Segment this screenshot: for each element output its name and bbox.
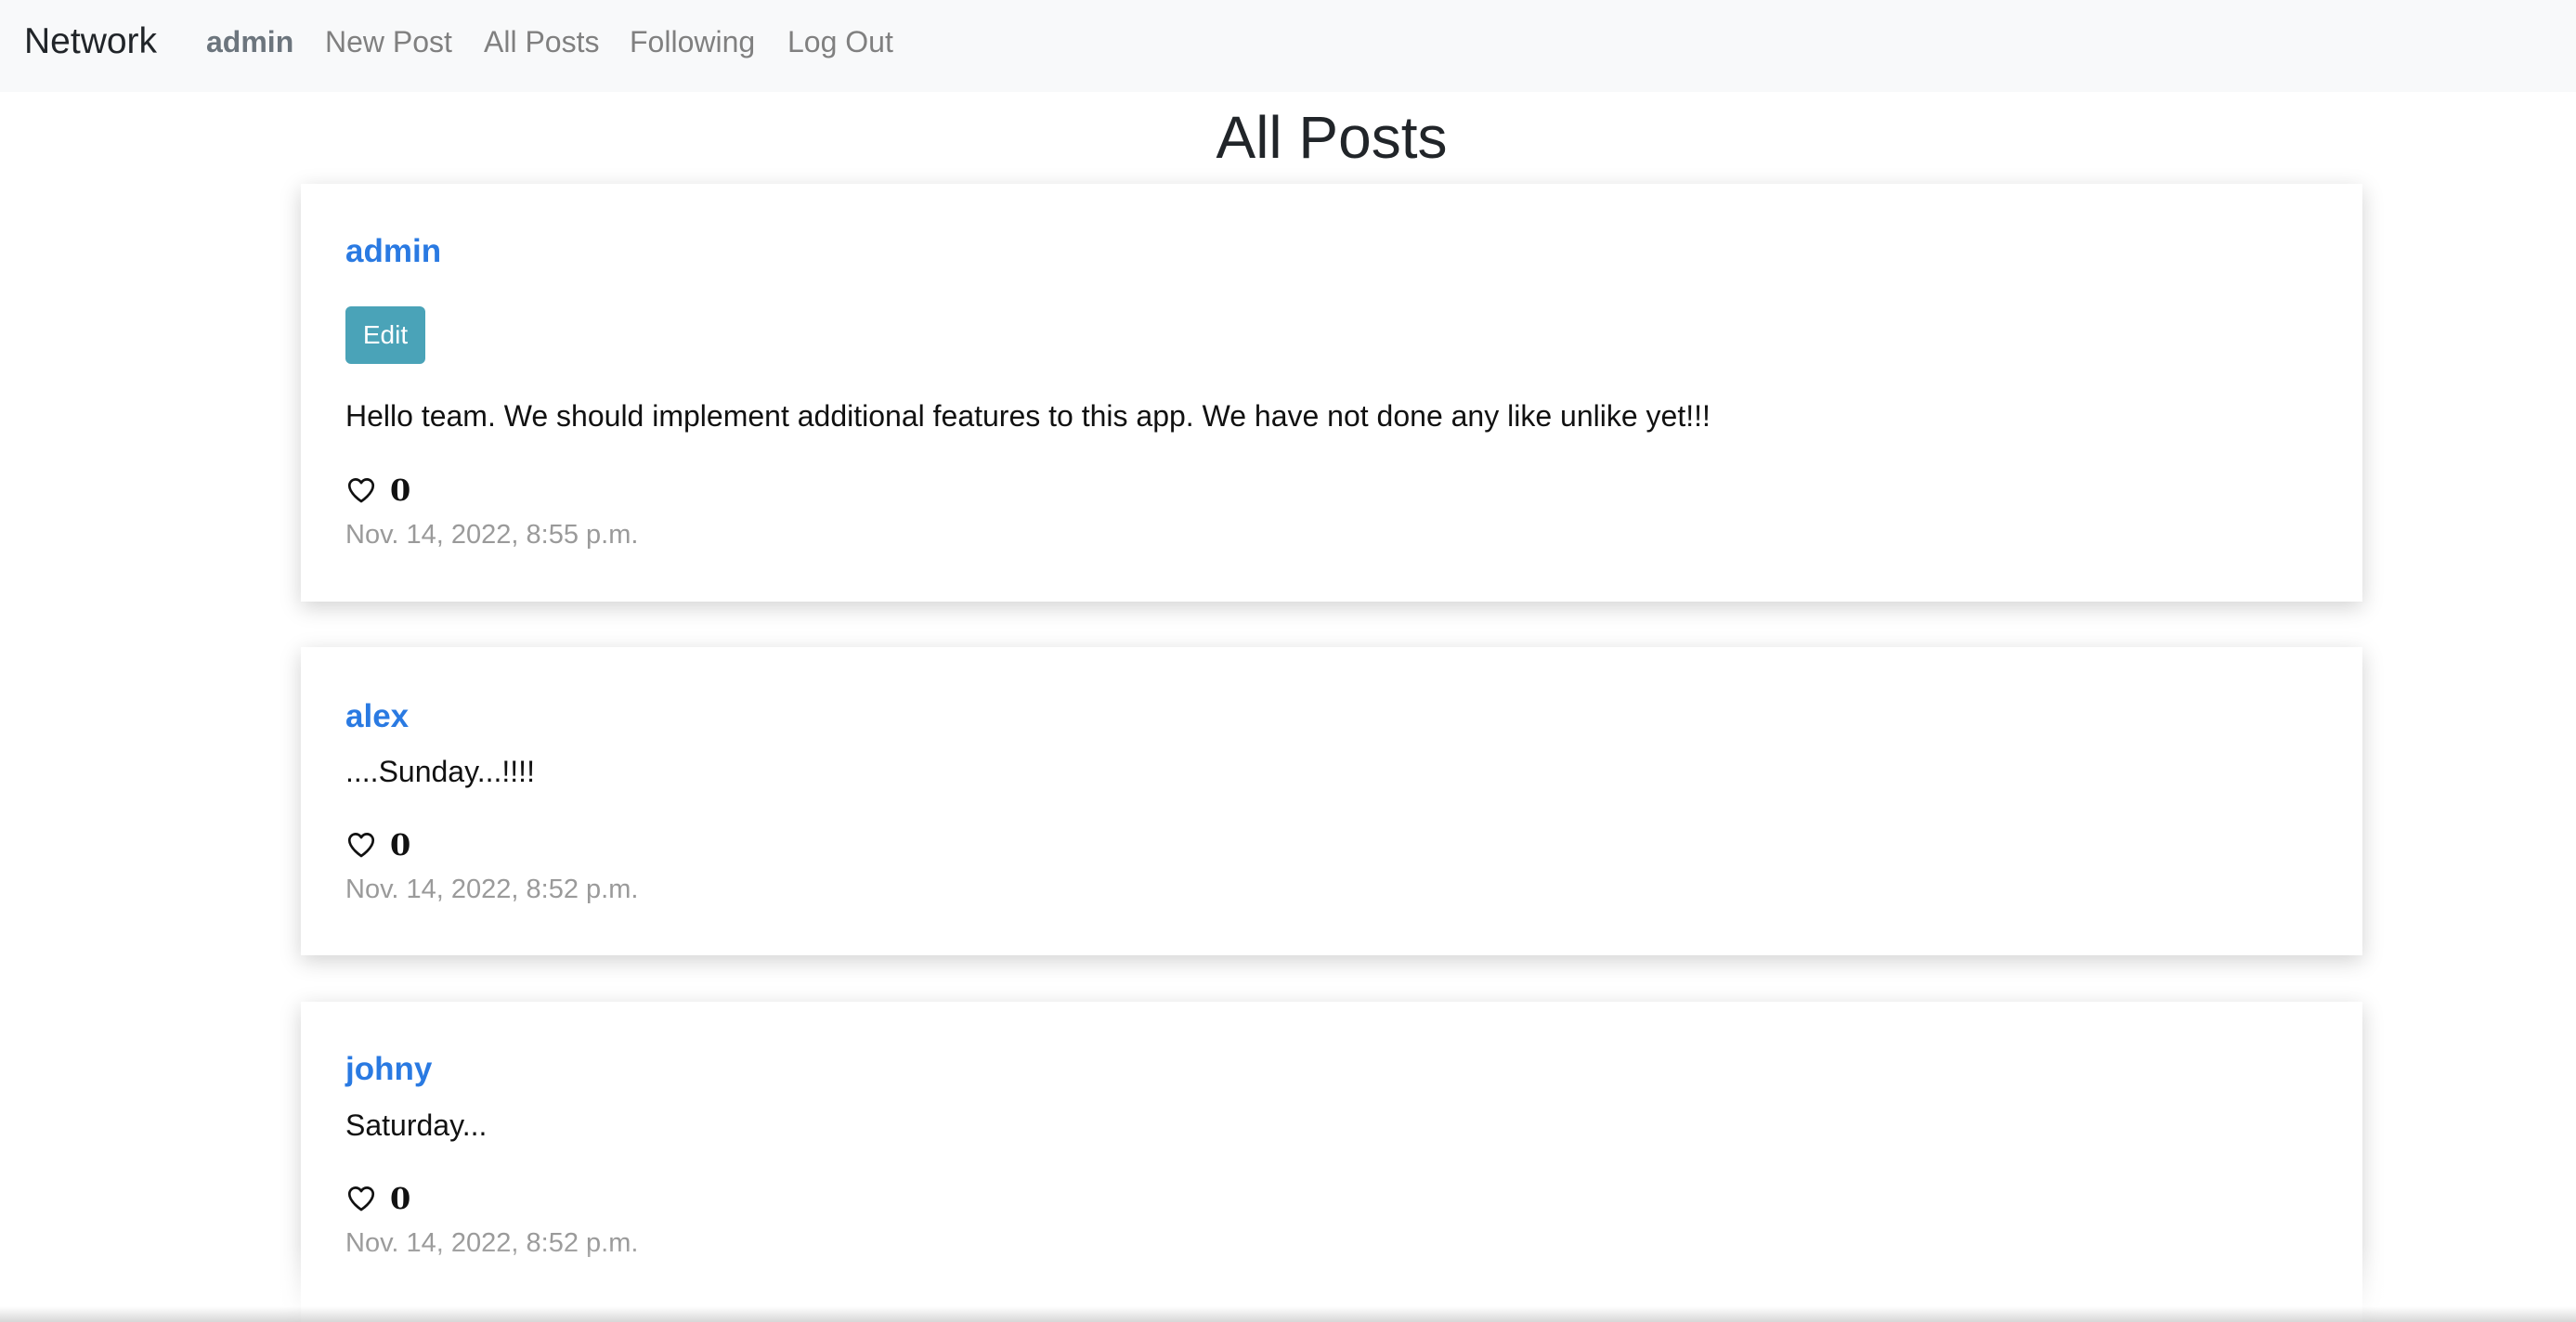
post-card: admin Edit Hello team. We should impleme… <box>301 184 2362 602</box>
post-content: Saturday... <box>345 1108 488 1142</box>
post-likes: 0 <box>345 1180 410 1217</box>
like-count: 0 <box>390 473 411 508</box>
heart-outline-icon[interactable] <box>345 1183 377 1214</box>
brand-link[interactable]: Network <box>24 20 157 63</box>
edit-post-button[interactable]: Edit <box>345 306 425 364</box>
post-author-link[interactable]: admin <box>345 232 441 271</box>
post-author-link[interactable]: alex <box>345 697 409 736</box>
post-author-link[interactable]: johny <box>345 1050 432 1089</box>
nav-new-post[interactable]: New Post <box>325 23 452 60</box>
nav-user-profile[interactable]: admin <box>206 23 293 60</box>
post-likes: 0 <box>345 826 410 863</box>
post-timestamp: Nov. 14, 2022, 8:52 p.m. <box>345 875 639 904</box>
top-navbar: Network admin New Post All Posts Followi… <box>0 0 2576 92</box>
post-content: ....Sunday...!!!! <box>345 755 535 788</box>
post-timestamp: Nov. 14, 2022, 8:52 p.m. <box>345 1228 639 1258</box>
post-timestamp: Nov. 14, 2022, 8:55 p.m. <box>345 520 639 550</box>
heart-outline-icon[interactable] <box>345 829 377 861</box>
like-count: 0 <box>390 827 411 862</box>
post-card: johny Saturday... 0 Nov. 14, 2022, 8:52 … <box>301 1002 2362 1322</box>
heart-outline-icon[interactable] <box>345 474 377 506</box>
post-card: alex ....Sunday...!!!! 0 Nov. 14, 2022, … <box>301 647 2362 955</box>
nav-following[interactable]: Following <box>630 23 755 60</box>
post-likes: 0 <box>345 472 410 509</box>
like-count: 0 <box>390 1181 411 1216</box>
page-title: All Posts <box>1216 104 1448 171</box>
nav-log-out[interactable]: Log Out <box>787 23 893 60</box>
nav-all-posts[interactable]: All Posts <box>484 23 599 60</box>
post-content: Hello team. We should implement addition… <box>345 399 1711 433</box>
